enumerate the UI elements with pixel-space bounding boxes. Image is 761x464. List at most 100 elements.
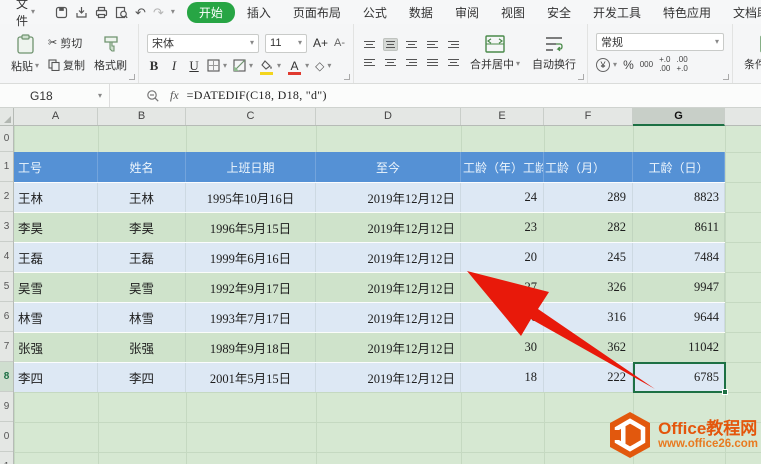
column-header-a[interactable]: A	[14, 108, 98, 125]
decrease-font-button[interactable]: A-	[334, 37, 345, 49]
header-cell[interactable]: 工龄（月）	[544, 152, 633, 182]
cell[interactable]: 20	[461, 243, 544, 272]
header-cell[interactable]: 工龄（日）	[633, 152, 725, 182]
cell[interactable]: 9947	[633, 273, 725, 302]
cell[interactable]: 23	[461, 213, 544, 242]
cell[interactable]: 王磊	[14, 243, 98, 272]
cell[interactable]: 2019年12月12日	[316, 333, 461, 362]
align-bottom-button[interactable]	[404, 38, 419, 51]
redo-icon[interactable]: ↷	[153, 6, 164, 19]
align-center-button[interactable]	[383, 56, 398, 69]
increase-font-button[interactable]: A+	[313, 36, 328, 50]
justify-button[interactable]	[425, 56, 440, 69]
align-left-button[interactable]	[362, 56, 377, 69]
conditional-format-button[interactable]: 条件格式▾	[741, 33, 761, 74]
column-header-f[interactable]: F	[544, 108, 633, 125]
cell[interactable]: 1992年9月17日	[186, 273, 316, 302]
cell[interactable]: 289	[544, 183, 633, 212]
cell[interactable]: 2019年12月12日	[316, 213, 461, 242]
column-header-d[interactable]: D	[316, 108, 461, 125]
tab-security[interactable]: 安全	[537, 1, 581, 24]
copy-button[interactable]: 复制	[48, 57, 85, 73]
row-header[interactable]: 0	[0, 126, 13, 152]
select-all-corner[interactable]	[0, 108, 14, 125]
cell[interactable]: 2019年12月12日	[316, 243, 461, 272]
header-cell[interactable]: 姓名	[98, 152, 186, 182]
thousands-button[interactable]: 000	[640, 61, 653, 70]
shading-button[interactable]: ▾	[233, 59, 253, 72]
sheet-area[interactable]: A B C D E F G 0 1 2 3 4 5 6 7 8 9 0 1	[0, 108, 761, 464]
print-preview-icon[interactable]	[115, 6, 128, 19]
cell[interactable]: 326	[544, 273, 633, 302]
tab-developer[interactable]: 开发工具	[583, 1, 651, 24]
cut-button[interactable]: ✂ 剪切	[48, 35, 85, 51]
cell[interactable]: 2019年12月12日	[316, 273, 461, 302]
cell[interactable]: 7484	[633, 243, 725, 272]
tab-review[interactable]: 审阅	[445, 1, 489, 24]
cell[interactable]: 2019年12月12日	[316, 303, 461, 332]
cell[interactable]: 282	[544, 213, 633, 242]
distribute-button[interactable]	[446, 56, 461, 69]
increase-indent-button[interactable]	[446, 38, 461, 51]
quick-access-more-icon[interactable]: ▾	[171, 8, 175, 16]
number-format-select[interactable]: 常规 ▾	[596, 33, 724, 51]
cell[interactable]: 王磊	[98, 243, 186, 272]
borders-button[interactable]: ▾	[207, 59, 227, 72]
decrease-decimal-button[interactable]: .00 +.0	[676, 56, 687, 74]
cell[interactable]: 吴雪	[98, 273, 186, 302]
cell[interactable]: 1993年7月17日	[186, 303, 316, 332]
cell[interactable]: 王林	[98, 183, 186, 212]
row-header[interactable]: 2	[0, 182, 13, 212]
undo-icon[interactable]: ↶	[135, 6, 146, 19]
export-icon[interactable]	[75, 6, 88, 19]
tab-insert[interactable]: 插入	[237, 1, 281, 24]
cell[interactable]: 李昊	[14, 213, 98, 242]
cell[interactable]: 1989年9月18日	[186, 333, 316, 362]
cell[interactable]: 27	[461, 273, 544, 302]
cell[interactable]: 张强	[98, 333, 186, 362]
cell[interactable]: 222	[544, 363, 633, 392]
cell[interactable]: 王林	[14, 183, 98, 212]
header-cell[interactable]: 工龄（年）工龄	[461, 152, 544, 182]
paste-button[interactable]: 粘贴▾	[8, 32, 42, 76]
name-box[interactable]: G18 ▾	[0, 84, 110, 107]
row-header[interactable]: 5	[0, 272, 13, 302]
cell[interactable]: 26	[461, 303, 544, 332]
font-name-select[interactable]: 宋体 ▾	[147, 34, 259, 53]
cell[interactable]: 2019年12月12日	[316, 363, 461, 392]
underline-button[interactable]: U	[187, 58, 201, 74]
header-cell[interactable]: 工号	[14, 152, 98, 182]
cell[interactable]: 18	[461, 363, 544, 392]
save-icon[interactable]	[55, 6, 68, 19]
row-header[interactable]: 6	[0, 302, 13, 332]
row-header[interactable]: 1	[0, 152, 13, 182]
format-painter-button[interactable]: 格式刷	[91, 32, 130, 75]
fill-color-button[interactable]: ▾	[259, 59, 281, 73]
zoom-formula-icon[interactable]	[146, 89, 160, 103]
align-right-button[interactable]	[404, 56, 419, 69]
header-cell[interactable]: 上班日期	[186, 152, 316, 182]
fx-icon[interactable]: fx	[170, 88, 179, 103]
wrap-text-button[interactable]: 自动换行	[529, 33, 579, 74]
tab-special-apps[interactable]: 特色应用	[653, 1, 721, 24]
italic-button[interactable]: I	[167, 58, 181, 74]
cell[interactable]: 316	[544, 303, 633, 332]
cell[interactable]: 1999年6月16日	[186, 243, 316, 272]
cell[interactable]: 1995年10月16日	[186, 183, 316, 212]
cell[interactable]: 30	[461, 333, 544, 362]
row-header[interactable]: 1	[0, 452, 13, 464]
cell[interactable]: 李四	[98, 363, 186, 392]
row-header[interactable]: 7	[0, 332, 13, 362]
selected-cell-outline[interactable]	[633, 362, 726, 393]
tab-doc-assistant[interactable]: 文档助手	[723, 1, 761, 24]
row-header[interactable]: 4	[0, 242, 13, 272]
row-header[interactable]: 3	[0, 212, 13, 242]
cell[interactable]: 24	[461, 183, 544, 212]
cell[interactable]: 8611	[633, 213, 725, 242]
cell[interactable]: 李昊	[98, 213, 186, 242]
header-cell[interactable]: 至今	[316, 152, 461, 182]
decrease-indent-button[interactable]	[425, 38, 440, 51]
cell[interactable]: 吴雪	[14, 273, 98, 302]
row-header[interactable]: 9	[0, 392, 13, 422]
cell[interactable]: 李四	[14, 363, 98, 392]
